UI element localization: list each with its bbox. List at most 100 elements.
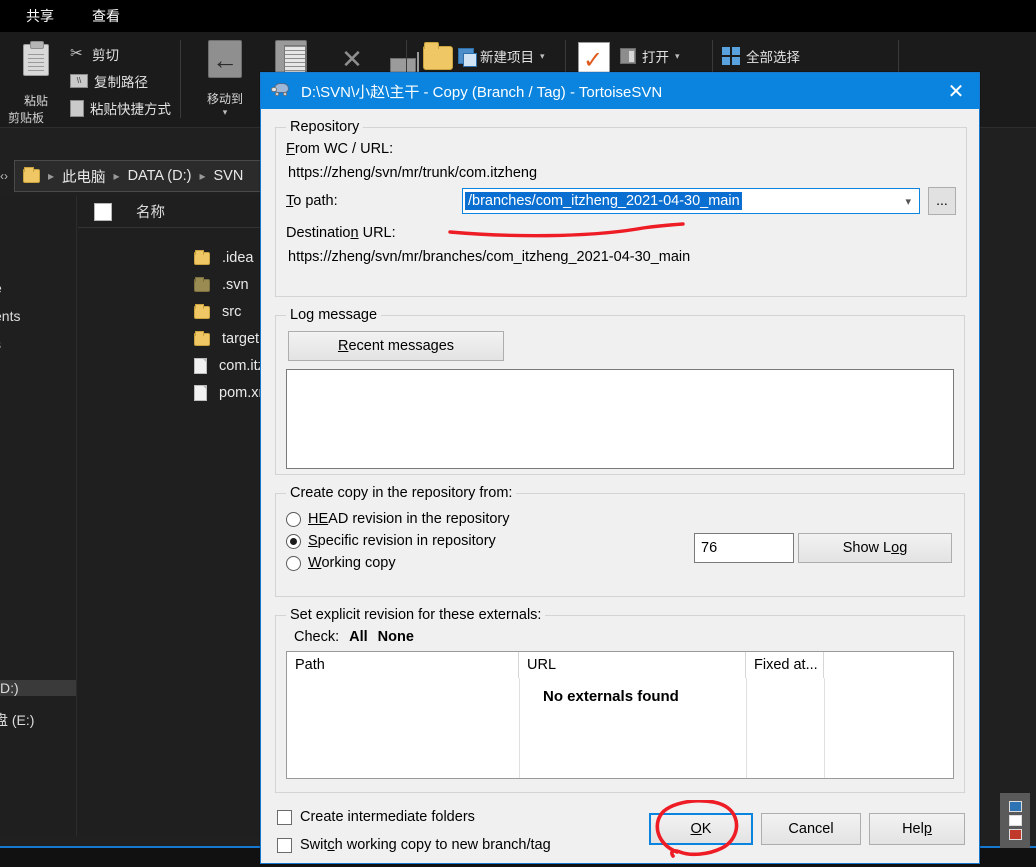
copy-path-button[interactable]: \\ 复制路径 <box>70 71 148 91</box>
externals-legend: Set explicit revision for these external… <box>290 607 542 623</box>
revision-controls: 76 Show Log <box>694 533 952 563</box>
ribbon-group-label-clipboard: 剪贴板 <box>8 111 45 125</box>
repository-group: Repository From WC / URL: https://zheng/… <box>275 119 967 297</box>
column-header-url[interactable]: URL <box>519 652 746 678</box>
close-icon[interactable]: ✕ <box>933 73 979 109</box>
delete-button[interactable]: ✕ <box>328 44 376 74</box>
folder-icon <box>194 303 210 319</box>
scissors-icon: ✂ <box>70 45 83 62</box>
list-item-label: .svn <box>222 277 249 293</box>
from-wc-url-label-rest: rom WC / URL: <box>294 141 394 157</box>
externals-table[interactable]: Path URL Fixed at... No externals found <box>286 651 954 779</box>
clipboard-icon <box>8 41 64 82</box>
dialog-body: Repository From WC / URL: https://zheng/… <box>261 109 979 793</box>
switch-working-copy-row[interactable]: Switch working copy to new branch/tag <box>277 837 551 853</box>
switch-working-copy-checkbox[interactable] <box>277 837 292 853</box>
browse-button[interactable]: ... <box>928 187 956 215</box>
breadcrumb-item-0[interactable]: 此电脑 <box>62 166 106 187</box>
dialog-footer: Create intermediate folders Switch worki… <box>261 799 979 863</box>
breadcrumb-item-1[interactable]: DATA (D:) <box>128 168 192 184</box>
open-icon <box>620 48 636 64</box>
delete-icon: ✕ <box>341 44 363 74</box>
externals-empty-message: No externals found <box>543 688 679 705</box>
nav-item-2[interactable]: s <box>0 336 1 352</box>
column-header-fixed-at[interactable]: Fixed at... <box>746 652 824 678</box>
create-intermediate-folders-checkbox[interactable] <box>277 809 292 825</box>
create-copy-from-group: Create copy in the repository from: HEAD… <box>275 485 965 597</box>
list-item-label: target <box>222 331 260 347</box>
menu-item-share[interactable]: 共享 <box>26 6 54 26</box>
externals-table-header: Path URL Fixed at... <box>287 652 953 678</box>
new-item-button[interactable]: 新建项目 ▾ <box>458 46 545 67</box>
breadcrumb-separator: ▸ <box>113 169 120 183</box>
list-item[interactable]: target <box>194 330 260 347</box>
to-path-combobox[interactable]: /branches/com_itzheng_2021-04-30_main ▾ <box>462 188 920 214</box>
system-tray[interactable] <box>1000 793 1030 848</box>
new-item-icon <box>458 48 477 67</box>
chevron-down-icon[interactable]: ▾ <box>540 51 545 62</box>
revision-input[interactable]: 76 <box>694 533 794 563</box>
nav-item-3[interactable]: D:) <box>0 680 76 696</box>
paste-button[interactable]: 粘贴 <box>8 41 64 109</box>
to-path-row: To path: /branches/com_itzheng_2021-04-3… <box>286 187 956 215</box>
create-copy-from-legend: Create copy in the repository from: <box>290 485 513 501</box>
help-button[interactable]: Help <box>869 813 965 845</box>
column-header-spacer <box>824 652 914 678</box>
externals-check-row: Check: All None <box>294 629 954 645</box>
select-all-button[interactable]: 全部选择 <box>722 46 800 66</box>
nav-back-icon[interactable]: ‹› <box>0 169 8 183</box>
paste-shortcut-button[interactable]: 粘贴快捷方式 <box>70 98 171 118</box>
radio-head-revision[interactable]: HEAD revision in the repository <box>286 511 954 527</box>
nav-item-1[interactable]: ents <box>0 308 20 324</box>
tray-icon-3[interactable] <box>1008 829 1022 840</box>
check-none-link[interactable]: None <box>378 629 414 645</box>
check-label: Check: <box>294 629 340 645</box>
radio-icon-selected[interactable] <box>286 533 301 549</box>
copy-branch-tag-dialog: D:\SVN\小赵\主干 - Copy (Branch / Tag) - Tor… <box>260 72 980 864</box>
list-item[interactable]: .svn <box>194 276 249 293</box>
menu-item-view[interactable]: 查看 <box>92 6 120 26</box>
breadcrumb-separator: ▸ <box>199 169 206 183</box>
nav-item-4[interactable]: 盘 (E:) <box>0 710 34 730</box>
tray-icon-2[interactable] <box>1008 815 1022 826</box>
radio-icon[interactable] <box>286 555 301 571</box>
column-header-path[interactable]: Path <box>287 652 519 678</box>
switch-working-copy-label: Switch working copy to new branch/tag <box>300 837 551 853</box>
paste-shortcut-icon <box>70 99 84 117</box>
chevron-down-icon[interactable]: ▾ <box>905 195 911 208</box>
breadcrumb-item-2[interactable]: SVN <box>214 168 244 184</box>
folder-icon <box>23 167 40 183</box>
dialog-title-bar: D:\SVN\小赵\主干 - Copy (Branch / Tag) - Tor… <box>261 73 979 109</box>
log-message-textarea[interactable] <box>286 369 954 469</box>
from-wc-url-value: https://zheng/svn/mr/trunk/com.itzheng <box>288 165 538 181</box>
create-intermediate-folders-row[interactable]: Create intermediate folders <box>277 809 475 825</box>
select-all-checkbox[interactable] <box>94 202 112 221</box>
list-item-label: .idea <box>222 250 254 266</box>
ribbon-divider-1 <box>180 40 181 118</box>
to-path-input[interactable]: /branches/com_itzheng_2021-04-30_main <box>465 192 742 210</box>
cancel-button[interactable]: Cancel <box>761 813 861 845</box>
move-to-button[interactable]: 移动到 ▾ <box>194 40 256 118</box>
dialog-title-text: D:\SVN\小赵\主干 - Copy (Branch / Tag) - Tor… <box>301 83 663 101</box>
open-button[interactable]: 打开 ▾ <box>620 46 680 66</box>
tray-icon-1[interactable] <box>1008 801 1022 812</box>
column-header-name[interactable]: 名称 <box>136 201 165 222</box>
list-item-label: src <box>222 304 242 320</box>
copy-path-icon: \\ <box>70 74 88 88</box>
select-all-icon <box>722 47 740 65</box>
list-item[interactable]: src <box>194 303 242 320</box>
folder-icon <box>194 330 210 346</box>
chevron-down-icon[interactable]: ▾ <box>675 51 680 62</box>
file-icon <box>194 358 207 374</box>
list-item[interactable]: .idea <box>194 249 254 266</box>
cut-button[interactable]: ✂ 剪切 <box>70 44 119 64</box>
nav-item-0[interactable]: e <box>0 280 2 296</box>
destination-url-value: https://zheng/svn/mr/branches/com_itzhen… <box>288 249 691 265</box>
check-all-link[interactable]: All <box>349 629 368 645</box>
ok-button[interactable]: OK <box>649 813 753 845</box>
move-to-icon <box>194 40 256 84</box>
recent-messages-button[interactable]: Recent messages <box>288 331 504 361</box>
radio-icon[interactable] <box>286 511 301 527</box>
chevron-down-icon[interactable]: ▾ <box>194 107 256 118</box>
show-log-button[interactable]: Show Log <box>798 533 952 563</box>
